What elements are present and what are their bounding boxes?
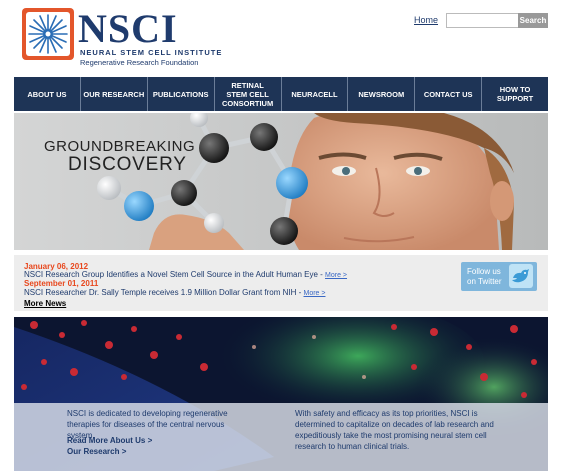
nav-item-neuracell[interactable]: NEURACELL <box>282 77 349 111</box>
news-headline[interactable]: NSCI Research Group Identifies a Novel S… <box>24 270 325 279</box>
news-date: September 01, 2011 <box>24 279 99 288</box>
nav-item-publications[interactable]: PUBLICATIONS <box>148 77 215 111</box>
mission-detail: With safety and efficacy as its top prio… <box>295 409 494 451</box>
nav-item-retinal-stem-cell-consortium[interactable]: RETINAL STEM CELL CONSORTIUM <box>215 77 282 111</box>
twitter-label: Follow us on Twitter <box>467 267 502 287</box>
news-item: NSCI Researcher Dr. Sally Temple receive… <box>24 288 325 297</box>
search-input[interactable] <box>446 13 522 28</box>
hero-banner[interactable]: GROUNDBREAKING DISCOVERY <box>14 113 548 250</box>
hero-headline-line1: GROUNDBREAKING <box>44 138 196 155</box>
brand-subtitle: Regenerative Research Foundation <box>80 58 199 67</box>
nav-item-about-us[interactable]: ABOUT US <box>14 77 81 111</box>
more-news-link[interactable]: More News <box>24 299 66 308</box>
nsci-logo[interactable]: NSCI NEURAL STEM CELL INSTITUTE Regenera… <box>22 6 221 67</box>
nav-item-contact-us[interactable]: CONTACT US <box>415 77 483 111</box>
nav-item-how-to-support[interactable]: HOW TO SUPPORT <box>482 77 548 111</box>
news-item: NSCI Research Group Identifies a Novel S… <box>24 270 347 279</box>
twitter-bird-icon <box>509 264 533 288</box>
hero-photo-scientist-molecule <box>14 113 548 250</box>
main-nav: ABOUT US OUR RESEARCH PUBLICATIONS RETIN… <box>14 77 548 111</box>
brand-name: NSCI <box>78 6 178 51</box>
news-more-link[interactable]: More > <box>325 272 347 279</box>
news-headline[interactable]: NSCI Researcher Dr. Sally Temple receive… <box>24 288 304 297</box>
mission-panel: NSCI is dedicated to developing regenera… <box>14 403 548 471</box>
search-button[interactable]: Search <box>518 13 548 28</box>
nav-item-our-research[interactable]: OUR RESEARCH <box>81 77 148 111</box>
brand-tagline: NEURAL STEM CELL INSTITUTE <box>80 48 223 57</box>
twitter-follow-button[interactable]: Follow us on Twitter <box>461 262 537 291</box>
our-research-link[interactable]: Our Research > <box>67 447 126 456</box>
home-link[interactable]: Home <box>414 15 438 25</box>
hero-headline-line2: DISCOVERY <box>68 154 187 175</box>
starburst-logo-icon <box>22 8 74 60</box>
read-more-about-us-link[interactable]: Read More About Us > <box>67 436 152 445</box>
news-panel: January 06, 2012 NSCI Research Group Ide… <box>14 255 548 311</box>
twitter-label-line2: on Twitter <box>467 277 502 286</box>
news-more-link[interactable]: More > <box>304 290 326 297</box>
twitter-label-line1: Follow us <box>467 267 501 276</box>
feature-section: NSCI is dedicated to developing regenera… <box>14 317 548 471</box>
nav-item-newsroom[interactable]: NEWSROOM <box>348 77 416 111</box>
